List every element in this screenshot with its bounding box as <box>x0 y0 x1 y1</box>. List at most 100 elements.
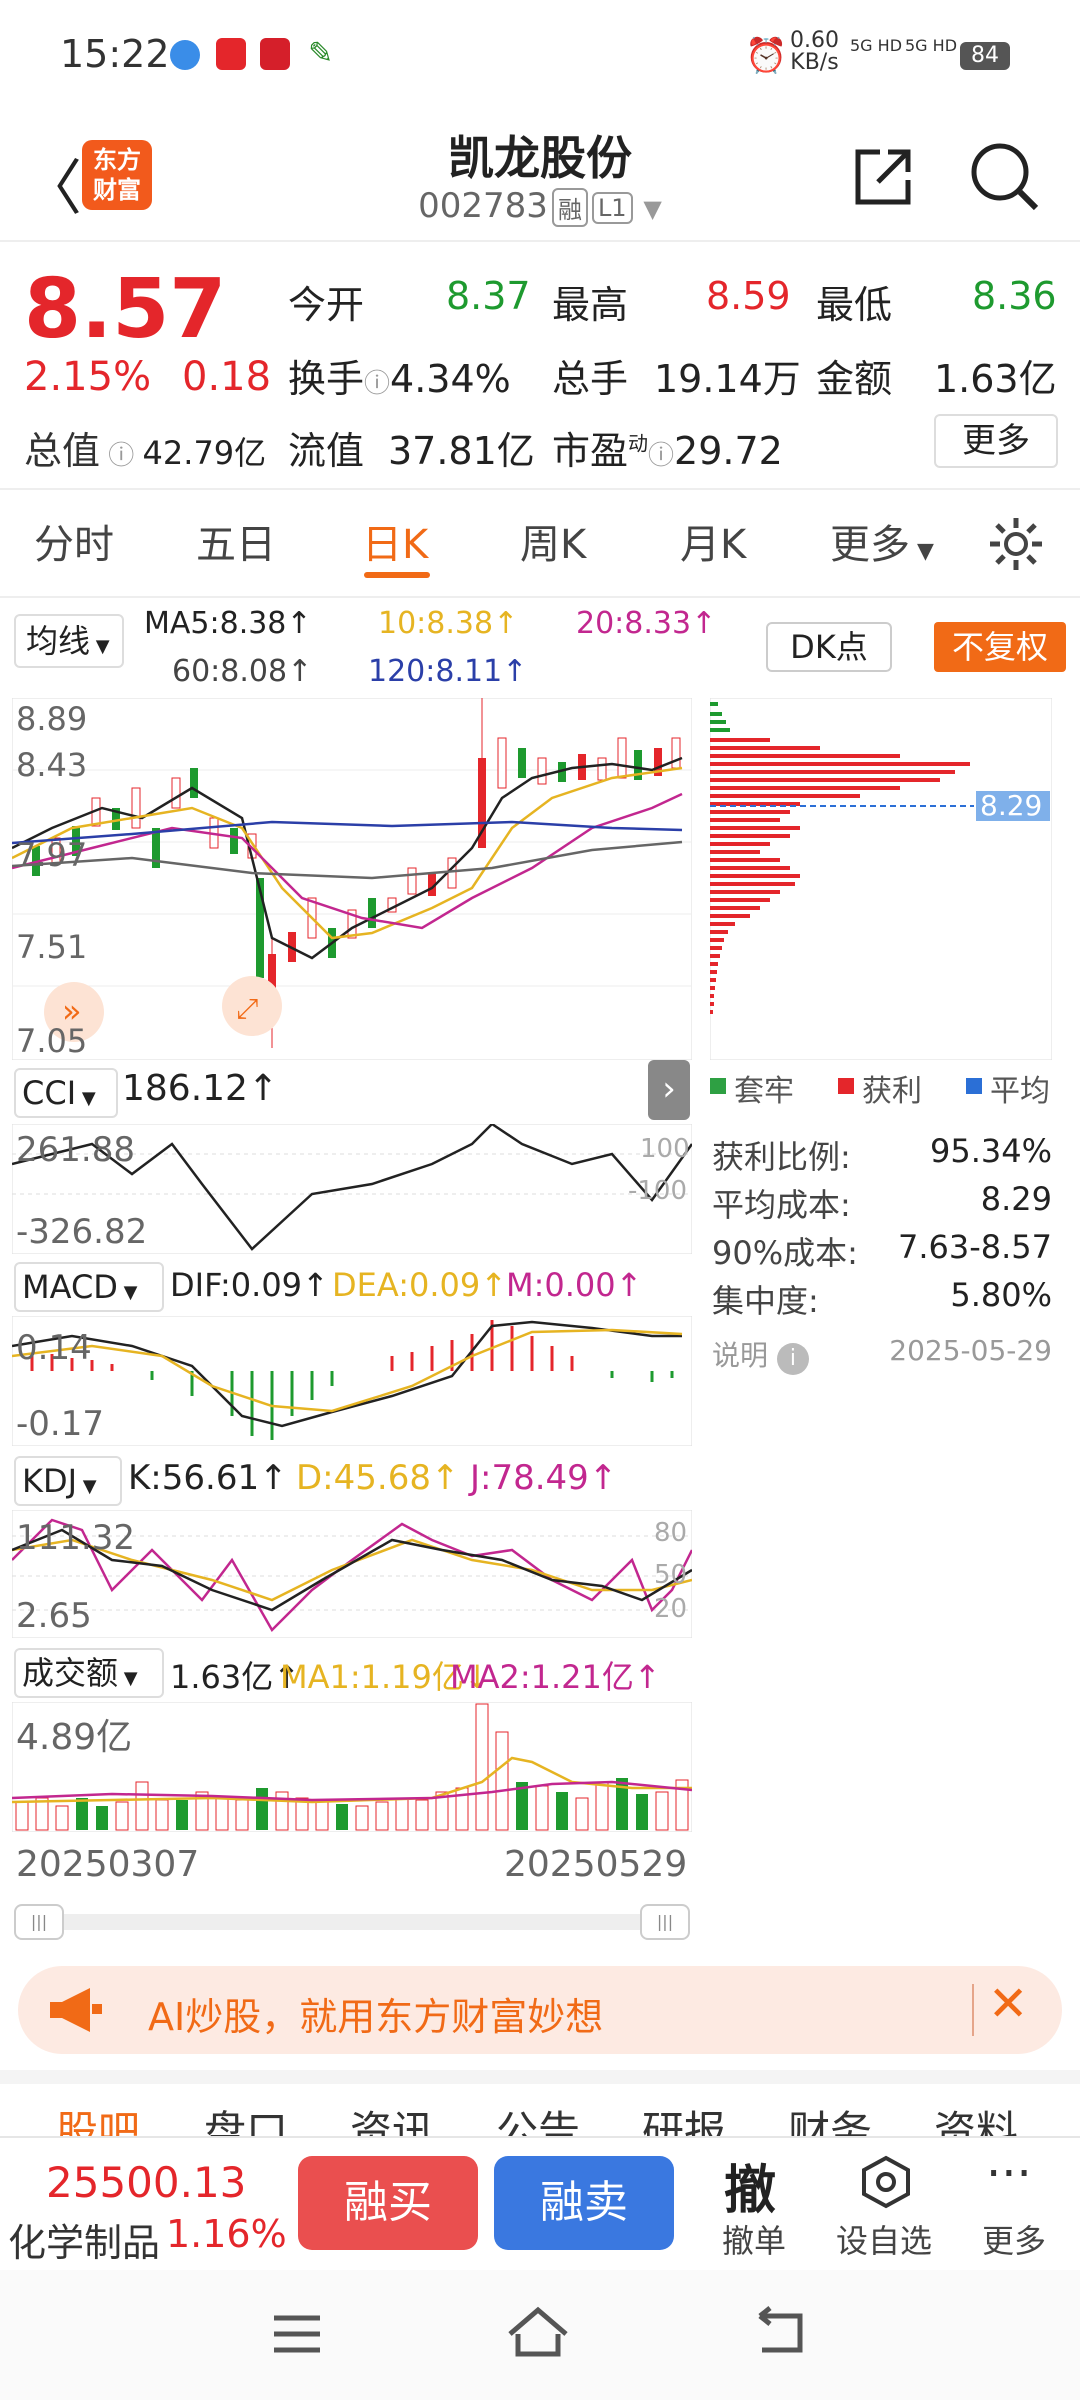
change-pct: 2.15% <box>24 354 152 400</box>
app-notification-icon <box>216 38 246 70</box>
tab-daily-k[interactable]: 日K <box>362 512 428 570</box>
macd-axis-bottom: -0.17 <box>16 1404 104 1444</box>
dk-point-button[interactable]: DK点 <box>766 622 892 672</box>
price-adjust-button[interactable]: 不复权 <box>934 622 1066 672</box>
tab-forum[interactable]: 股吧 <box>56 2098 140 2136</box>
kline-chart[interactable]: » ⤢ <box>12 698 692 1060</box>
ma-selector[interactable]: 均线 ▼ <box>14 614 124 668</box>
low-value: 8.36 <box>972 274 1057 318</box>
macd-selector[interactable]: MACD ▼ <box>14 1262 164 1312</box>
margin-buy-button[interactable]: 融买 <box>298 2156 478 2250</box>
kdj-j: J:78.49↑ <box>470 1458 618 1498</box>
range-handle-left[interactable]: ||| <box>14 1904 64 1940</box>
macd-axis-top: 0.14 <box>16 1328 92 1368</box>
kdj-axis-bottom: 2.65 <box>16 1596 92 1636</box>
search-icon[interactable] <box>968 140 1042 214</box>
divider <box>972 1984 974 2036</box>
more-icon[interactable]: ··· <box>986 2146 1032 2202</box>
cci-value: 186.12↑ <box>122 1068 279 1109</box>
more-label[interactable]: 更多 <box>982 2216 1046 2262</box>
margin-sell-button[interactable]: 融卖 <box>494 2156 674 2250</box>
trade-bar: 25500.13 化学制品 1.16% 融买 融卖 撤 撤单 设自选 ··· 更… <box>0 2136 1080 2270</box>
profit-legend-swatch <box>838 1078 854 1094</box>
tab-research[interactable]: 研报 <box>642 2098 726 2136</box>
cancel-order-icon[interactable]: 撤 <box>724 2148 776 2223</box>
app-notification-icon: ✎ <box>308 36 334 71</box>
trapped-legend: 套牢 <box>734 1074 794 1109</box>
cci-axis-100: 100 <box>640 1134 690 1164</box>
tab-financials[interactable]: 财务 <box>788 2098 872 2136</box>
macd-dif: DIF:0.09↑ <box>170 1266 329 1304</box>
back-nav-icon[interactable] <box>752 2306 808 2356</box>
high-label: 最高 <box>552 283 629 327</box>
profit-legend: 获利 <box>862 1074 922 1109</box>
quote-panel: 8.57 2.15% 0.18 总值 ⓘ 42.79亿 今开 8.37 最高 8… <box>0 240 1080 488</box>
app-notification-icon <box>170 40 200 70</box>
cancel-order-label[interactable]: 撤单 <box>722 2216 786 2262</box>
home-icon[interactable] <box>506 2304 570 2358</box>
stock-code[interactable]: 002783 融 L1 ▼ <box>0 186 1080 227</box>
level-tag: L1 <box>591 191 633 224</box>
tab-news[interactable]: 资讯 <box>350 2098 434 2136</box>
tab-intraday[interactable]: 分时 <box>34 512 114 570</box>
net-speed: 0.60 KB/s <box>790 28 839 75</box>
add-watchlist-label[interactable]: 设自选 <box>836 2216 932 2262</box>
kdj-axis-50: 50 <box>654 1560 688 1590</box>
tab-monthly-k[interactable]: 月K <box>680 512 746 570</box>
macd-chart <box>12 1316 692 1446</box>
chevron-right-icon[interactable]: › <box>648 1060 690 1120</box>
ma120-value: 120:8.11↑ <box>368 654 528 689</box>
system-nav <box>0 2270 1080 2400</box>
status-bar: 15:22 ✎ ⏰ 0.60 KB/s 5G HD 5G HD 84 <box>0 0 1080 110</box>
range-slider-track[interactable] <box>14 1914 690 1930</box>
ma60-line <box>12 840 683 880</box>
sector-change: 1.16% <box>166 2212 287 2256</box>
header: 凯龙股份 002783 融 L1 ▼ 〈 东方 财富 <box>0 110 1080 240</box>
tab-weekly-k[interactable]: 周K <box>520 512 586 570</box>
ma20-value: 20:8.33↑ <box>576 606 717 641</box>
turnover-rate: 换手ⓘ4.34% <box>288 357 511 401</box>
volume-label: 总手 <box>552 357 629 401</box>
price-axis-label: 7.51 <box>16 928 88 966</box>
volume-selector[interactable]: 成交额 ▼ <box>14 1648 164 1698</box>
back-icon[interactable]: 〈 <box>22 140 82 227</box>
open-label: 今开 <box>288 283 365 327</box>
price-axis-label: 7.97 <box>16 836 88 874</box>
cost-90-value: 7.63-8.57 <box>897 1228 1052 1266</box>
cci-selector[interactable]: CCI ▼ <box>14 1068 118 1118</box>
sector-name[interactable]: 化学制品 <box>8 2212 160 2267</box>
app-logo[interactable]: 东方 财富 <box>82 140 152 210</box>
macd-dea: DEA:0.09↑ <box>332 1266 508 1304</box>
tab-profile[interactable]: 资料 <box>934 2098 1018 2136</box>
megaphone-icon <box>50 1988 102 2032</box>
open-value: 8.37 <box>446 274 531 318</box>
avg-cost-level: 8.29 <box>980 789 1043 822</box>
trapped-legend-swatch <box>710 1078 726 1094</box>
tab-more[interactable]: 更多 ▼ <box>830 512 934 570</box>
tab-announcements[interactable]: 公告 <box>496 2098 580 2136</box>
concentration-value: 5.80% <box>950 1276 1052 1314</box>
tab-orderbook[interactable]: 盘口 <box>204 2098 288 2136</box>
avg-legend: 平均 <box>990 1074 1050 1109</box>
chip-distribution-chart[interactable] <box>710 698 1052 1060</box>
amount-value: 1.63亿 <box>934 357 1057 401</box>
kdj-selector[interactable]: KDJ ▼ <box>14 1456 122 1506</box>
close-icon[interactable]: ✕ <box>988 1976 1028 2032</box>
ma5-value: MA5:8.38↑ <box>144 606 312 641</box>
tab-five-day[interactable]: 五日 <box>196 512 276 570</box>
price-axis-label: 8.43 <box>16 746 88 784</box>
signal-icon: 5G HD <box>905 36 958 55</box>
settings-gear-icon[interactable] <box>986 514 1046 574</box>
candles <box>32 698 681 1048</box>
share-icon[interactable] <box>850 144 916 210</box>
turnover-ma2: MA2:1.21亿↑ <box>450 1658 661 1696</box>
ai-banner[interactable]: AI炒股，就用东方财富妙想 ✕ <box>18 1966 1062 2054</box>
ma60-value: 60:8.08↑ <box>172 654 313 689</box>
more-quote-button[interactable]: 更多 <box>934 414 1058 468</box>
menu-icon[interactable] <box>272 2312 322 2356</box>
cci-axis-bottom: -326.82 <box>16 1212 148 1252</box>
add-watchlist-icon[interactable] <box>858 2154 914 2210</box>
range-handle-right[interactable]: ||| <box>640 1904 690 1940</box>
sector-index-value[interactable]: 25500.13 <box>46 2158 246 2207</box>
volume-axis-top: 4.89亿 <box>16 1717 133 1758</box>
